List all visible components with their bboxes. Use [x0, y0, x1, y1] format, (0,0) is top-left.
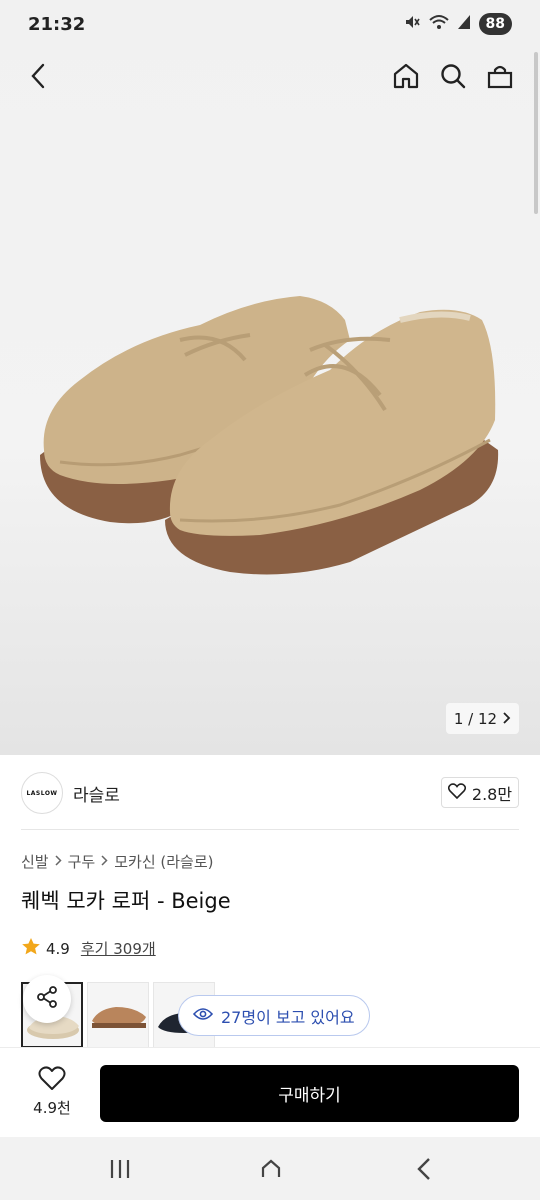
mute-icon [403, 13, 421, 35]
breadcrumb-item[interactable]: 구두 [68, 851, 96, 872]
breadcrumb: 신발 구두 모카신 (라슬로) [21, 851, 214, 872]
rating-row: 4.9 후기 309개 [21, 937, 156, 960]
home-nav-icon[interactable] [251, 1151, 291, 1187]
wish-button[interactable]: 4.9천 [20, 1066, 84, 1118]
breadcrumb-item[interactable]: 신발 [21, 851, 49, 872]
chevron-right-icon [101, 854, 108, 870]
bottom-action-bar: 4.9천 구매하기 [0, 1047, 540, 1137]
signal-icon [457, 14, 471, 34]
photo-counter[interactable]: 1 / 12 [446, 703, 519, 734]
product-title: 퀘벡 모카 로퍼 - Beige [21, 889, 231, 913]
buy-button[interactable]: 구매하기 [100, 1065, 519, 1122]
shopping-bag-icon[interactable] [482, 58, 518, 94]
chevron-right-icon [55, 854, 62, 870]
wifi-icon [428, 14, 449, 34]
divider [21, 829, 519, 830]
seller-row: LASLOW 라슬로 2.8만 [0, 755, 540, 829]
eye-icon [192, 1006, 214, 1025]
status-time: 21:32 [28, 13, 86, 35]
thumbnail-tan[interactable] [87, 982, 149, 1048]
product-photo [40, 296, 499, 575]
heart-icon [38, 1066, 66, 1095]
product-image-gallery[interactable]: 1 / 12 [0, 0, 540, 755]
rating-value: 4.9 [46, 939, 70, 958]
back-nav-icon[interactable] [404, 1151, 444, 1187]
viewers-notice: 27명이 보고 있어요 [178, 995, 370, 1036]
viewers-text: 27명이 보고 있어요 [221, 1007, 355, 1027]
breadcrumb-item[interactable]: 모카신 (라슬로) [114, 851, 213, 872]
brand-like-button[interactable]: 2.8만 [441, 777, 519, 808]
recent-apps-icon[interactable] [100, 1151, 140, 1187]
seller-logo[interactable]: LASLOW [21, 772, 63, 814]
brand-like-count: 2.8만 [471, 784, 513, 804]
chevron-right-icon [503, 710, 511, 728]
home-icon[interactable] [388, 58, 424, 94]
wish-count: 4.9천 [33, 1099, 71, 1117]
share-icon [35, 985, 59, 1013]
battery-indicator: 88 [478, 13, 512, 35]
star-icon [21, 937, 41, 960]
share-button[interactable] [23, 975, 71, 1023]
back-arrow-icon[interactable] [20, 58, 56, 94]
search-icon[interactable] [435, 58, 471, 94]
heart-icon [447, 782, 466, 803]
review-count-link[interactable]: 후기 309개 [81, 938, 156, 959]
photo-counter-text: 1 / 12 [453, 709, 498, 728]
top-navigation [0, 52, 540, 100]
status-bar: 21:32 88 [0, 0, 540, 48]
seller-name[interactable]: 라슬로 [73, 781, 120, 806]
system-navigation-bar [0, 1137, 540, 1200]
